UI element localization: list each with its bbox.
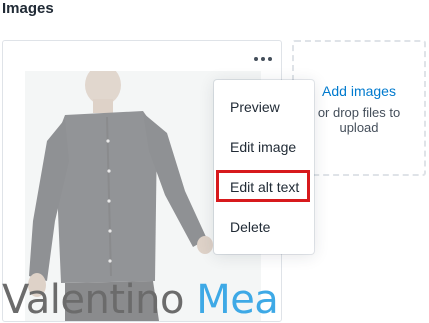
image-actions-menu: Preview Edit image Edit alt text Delete (214, 80, 314, 254)
menu-item-edit-image[interactable]: Edit image (230, 139, 296, 155)
more-actions-button[interactable] (251, 51, 275, 67)
watermark-text: Valentino Mea (2, 277, 279, 323)
menu-item-preview[interactable]: Preview (230, 99, 280, 115)
watermark-part-2: Mea (196, 277, 279, 323)
menu-item-delete[interactable]: Delete (230, 219, 270, 235)
section-title: Images (2, 0, 54, 17)
watermark-part-1: Valentino (2, 277, 197, 323)
drop-files-hint: or drop files to upload (317, 105, 401, 135)
horizontal-dots-icon (254, 57, 272, 61)
menu-item-edit-alt-text[interactable]: Edit alt text (230, 179, 299, 195)
